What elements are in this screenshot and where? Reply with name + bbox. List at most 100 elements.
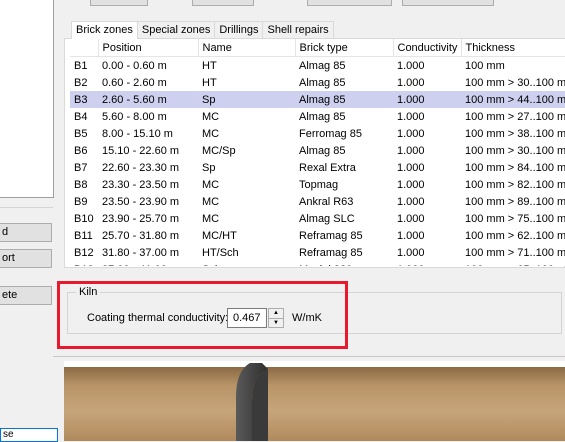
table-row[interactable]: B2 0.60 - 2.60 m HT Almag 85 1.000 100 mm > 3… — [70, 74, 565, 91]
tab-drillings[interactable]: Drillings — [214, 21, 264, 38]
column-header-id[interactable] — [70, 39, 99, 57]
position-cell: 0.00 - 0.60 m — [102, 59, 167, 72]
position-cell: 15.10 - 22.60 m — [102, 144, 180, 157]
table-row[interactable]: B3 2.60 - 5.60 m Sp Almag 85 1.000 100 mm > 4… — [70, 91, 565, 108]
table-row[interactable]: B5 8.00 - 15.10 m MC Ferromag 85 1.000 100 mm… — [70, 125, 565, 142]
conductivity-cell: 1.000 — [393, 91, 461, 108]
brick-type-cell: Maxial 320 — [295, 261, 393, 267]
column-header-conductivity[interactable]: Conductivity — [393, 39, 462, 57]
conductivity-cell: 1.000 — [397, 144, 425, 157]
table-row[interactable]: B4 5.60 - 8.00 m MC Almag 85 1.000 100 mm > 2… — [70, 108, 565, 125]
left-list-panel[interactable] — [0, 0, 54, 198]
thickness-cell: 100 mm > 38..100 m — [465, 127, 565, 140]
left-button-3[interactable]: ete — [0, 286, 52, 305]
zone-tabs: Brick zones Special zones Drillings Shel… — [71, 21, 334, 39]
table-row[interactable]: B12 31.80 - 37.00 m HT/Sch Reframag 85 1.000… — [70, 244, 565, 261]
brick-type-cell: Ferromag 85 — [299, 127, 362, 140]
position-cell: 0.60 - 2.60 m — [102, 76, 167, 89]
conductivity-cell: 1.000 — [393, 261, 461, 267]
kiln-3d-graphic — [64, 361, 565, 441]
conductivity-cell: 1.000 — [397, 161, 425, 174]
tab-special-zones[interactable]: Special zones — [136, 21, 216, 38]
brick-type-cell: Reframag 85 — [299, 229, 363, 242]
thickness-cell: 100 mm > 75..100 m — [465, 212, 565, 225]
conductivity-cell: 1.000 — [397, 76, 425, 89]
toolbar-button-1[interactable] — [90, 0, 148, 6]
brick-type-cell: Ankral R63 — [299, 195, 354, 208]
name-cell: MC/HT — [202, 229, 237, 242]
table-row[interactable]: B9 23.50 - 23.90 m MC Ankral R63 1.000 100 mm… — [70, 193, 565, 210]
table-row[interactable]: B8 23.30 - 23.50 m MC Topmag 1.000 100 mm > 8… — [70, 176, 565, 193]
brick-type-cell: Reframag 85 — [299, 246, 363, 259]
column-header-brick-type[interactable]: Brick type — [295, 39, 394, 57]
brick-type-cell: Topmag — [299, 178, 339, 191]
column-header-name[interactable]: Name — [198, 39, 296, 57]
row-id-cell: B10 — [74, 212, 94, 225]
left-button-2[interactable]: ort — [0, 249, 52, 268]
row-id-cell: B2 — [74, 76, 88, 89]
name-cell: Sp — [198, 91, 295, 108]
row-id-cell: B4 — [74, 110, 88, 123]
toolbar-button-4[interactable] — [402, 0, 494, 6]
column-header-thickness[interactable]: Thickness — [461, 39, 565, 57]
toolbar-button-3[interactable] — [307, 0, 392, 6]
row-id-cell: B9 — [74, 195, 88, 208]
thickness-cell: 100 mm — [465, 59, 505, 72]
brick-zones-table: Position Name Brick type Conductivity Th… — [70, 39, 565, 266]
name-cell: HT/Sch — [202, 246, 239, 259]
thickness-cell: 100 mm > 44..100 m — [461, 91, 565, 108]
conductivity-cell: 1.000 — [397, 127, 425, 140]
table-row[interactable]: B6 15.10 - 22.60 m MC/Sp Almag 85 1.000 100 m… — [70, 142, 565, 159]
table-row[interactable]: B10 23.90 - 25.70 m MC Almag SLC 1.000 100 mm… — [70, 210, 565, 227]
conductivity-cell: 1.000 — [397, 212, 425, 225]
column-header-position[interactable]: Position — [98, 39, 199, 57]
tab-shell-repairs[interactable]: Shell repairs — [262, 21, 334, 38]
left-button-1[interactable]: d — [0, 223, 52, 242]
conductivity-cell: 1.000 — [397, 110, 425, 123]
name-cell: MC/Sp — [202, 144, 236, 157]
position-cell: 8.00 - 15.10 m — [102, 127, 173, 140]
table-row[interactable]: B11 25.70 - 31.80 m MC/HT Reframag 85 1.000 1… — [70, 227, 565, 244]
row-id-cell: B1 — [74, 59, 88, 72]
thickness-cell: 100 mm > 84..100 m — [465, 161, 565, 174]
kiln-3d-view[interactable] — [64, 361, 565, 441]
brick-type-cell: Almag 85 — [299, 59, 346, 72]
thickness-cell: 100 mm > 89..100 m — [465, 195, 565, 208]
row-id-cell: B12 — [74, 246, 94, 259]
name-cell: MC — [202, 127, 220, 140]
table-header: Position Name Brick type Conductivity Th… — [70, 39, 565, 57]
conductivity-cell: 1.000 — [397, 59, 425, 72]
position-cell: 5.60 - 8.00 m — [102, 110, 167, 123]
name-cell: MC — [202, 195, 220, 208]
highlight-box — [57, 281, 348, 349]
tab-brick-zones[interactable]: Brick zones — [71, 21, 138, 39]
position-cell: 22.60 - 23.30 m — [102, 161, 180, 174]
brick-type-cell: Almag 85 — [295, 91, 393, 108]
row-id-cell: B8 — [74, 178, 88, 191]
conductivity-cell: 1.000 — [397, 246, 425, 259]
brick-type-cell: Almag 85 — [299, 110, 346, 123]
brick-type-cell: Almag SLC — [299, 212, 355, 225]
row-id-cell: B5 — [74, 127, 88, 140]
toolbar-button-2[interactable] — [192, 0, 254, 6]
table-row[interactable]: B1 0.00 - 0.60 m HT Almag 85 1.000 100 mm — [70, 57, 565, 75]
position-cell: 31.80 - 37.00 m — [102, 246, 180, 259]
position-cell: 25.70 - 31.80 m — [102, 229, 180, 242]
name-cell: HT — [202, 76, 217, 89]
left-separator — [0, 207, 53, 208]
left-bottom-button[interactable]: se — [0, 428, 58, 442]
name-cell: Sch — [198, 261, 295, 267]
conductivity-cell: 1.000 — [397, 195, 425, 208]
brick-type-cell: Almag 85 — [299, 144, 346, 157]
brick-zones-table-container[interactable]: Position Name Brick type Conductivity Th… — [70, 39, 565, 266]
row-id-cell: B13 — [70, 261, 98, 267]
name-cell: MC — [202, 178, 220, 191]
conductivity-cell: 1.000 — [397, 178, 425, 191]
position-cell: 23.90 - 25.70 m — [102, 212, 180, 225]
table-row[interactable]: B1337.00 - 41.00 mSchMaxial 3201.000100 … — [70, 261, 565, 267]
thickness-cell: 100 mm > 62..100 m — [465, 229, 565, 242]
thickness-cell: 100 mm > 71..100 m — [465, 246, 565, 259]
splitter[interactable] — [53, 356, 565, 357]
table-row[interactable]: B7 22.60 - 23.30 m Sp Rexal Extra 1.000 100 m… — [70, 159, 565, 176]
thickness-cell: 100 mm > 30..100 m — [465, 76, 565, 89]
